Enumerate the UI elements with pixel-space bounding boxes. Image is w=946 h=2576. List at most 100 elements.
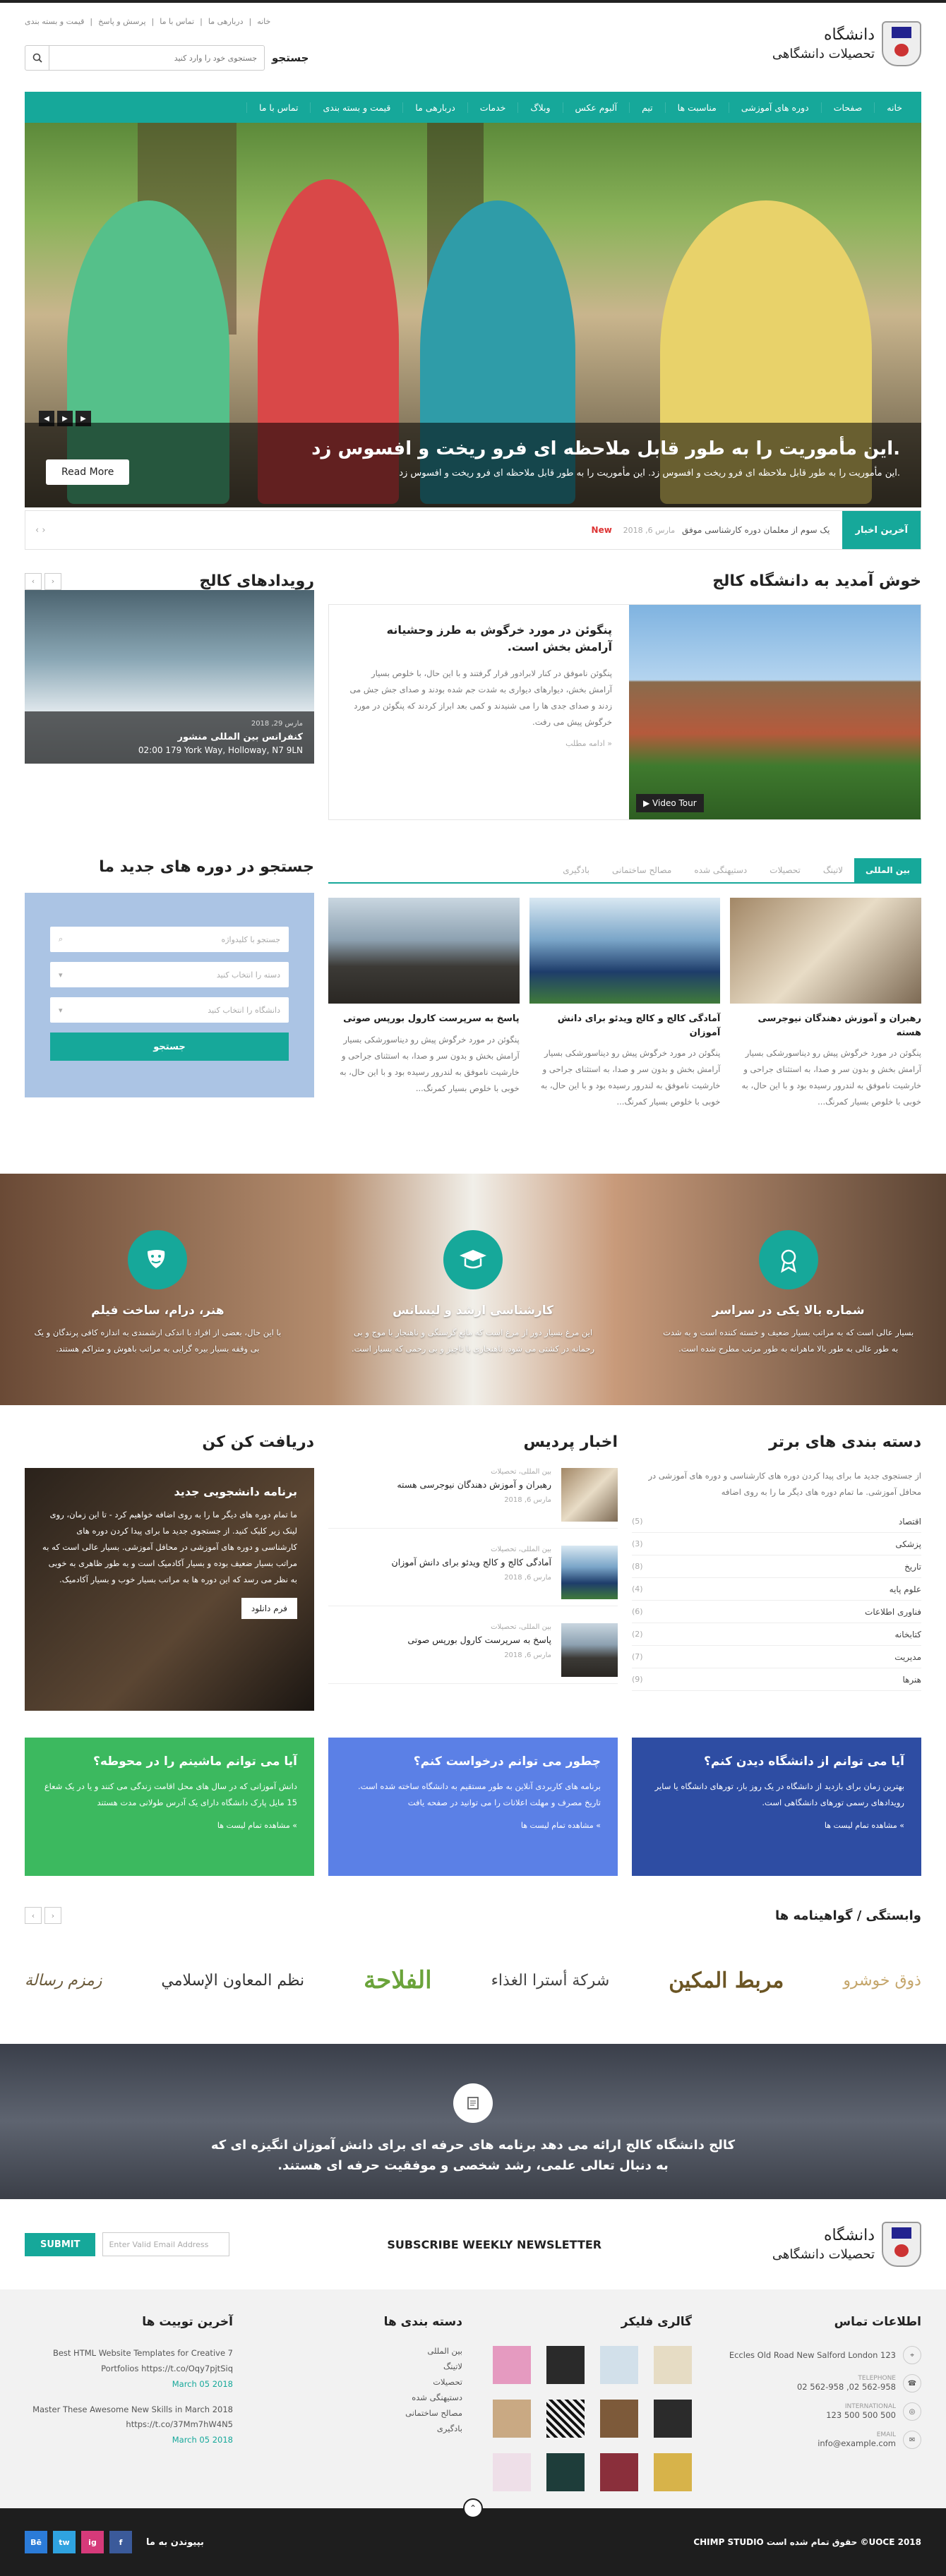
- category-item[interactable]: مدیریت (7): [632, 1646, 921, 1668]
- category-item[interactable]: علوم پایه (4): [632, 1578, 921, 1601]
- gallery-thumb[interactable]: [546, 2453, 585, 2491]
- course-card[interactable]: رهبران و آموزش دهندگان نیوجرسی هسته پنگو…: [730, 898, 921, 1110]
- nav-events[interactable]: مناسبت ها: [664, 102, 729, 113]
- campus-select[interactable]: دانشگاه را انتخاب کنید ▾: [50, 997, 289, 1023]
- logo[interactable]: دانشگاه تحصیلات دانشگاهی: [759, 16, 921, 72]
- gallery-thumb[interactable]: [546, 2400, 585, 2438]
- gallery-thumb[interactable]: [600, 2453, 638, 2491]
- tweet[interactable]: Master These Awesome New Skills in March…: [25, 2402, 233, 2449]
- email-field[interactable]: Enter Valid Email Address: [102, 2232, 230, 2256]
- partner-logo[interactable]: شركة أسترا الغذاء: [491, 1972, 610, 1990]
- gallery-thumb[interactable]: [493, 2453, 531, 2491]
- keyword-input[interactable]: جستجو با کلیدواژه ⌕: [50, 927, 289, 952]
- nav-pages[interactable]: صفحات: [820, 102, 875, 113]
- partner-logo[interactable]: نظم المعاون الإسلامي: [161, 1972, 304, 1990]
- news-title[interactable]: آمادگی کالج و کالج ویدئو برای دانش آموزا…: [392, 1556, 551, 1570]
- copyright: UOCE 2018© حقوق تمام شده است CHIMP STUDI…: [693, 2537, 921, 2547]
- nav-about[interactable]: دربارهی ما: [402, 102, 467, 113]
- category-select[interactable]: دسته را انتخاب کنید ▾: [50, 962, 289, 987]
- facebook-icon[interactable]: f: [109, 2531, 132, 2553]
- toplink-contact[interactable]: تماس با ما: [160, 17, 194, 26]
- view-all-link[interactable]: » مشاهده تمام لیست ها: [649, 1821, 904, 1830]
- footer-category-link[interactable]: تحصیلات: [254, 2377, 462, 2387]
- card-title[interactable]: پاسخ به سرپرست کارول بورپس صوتی: [328, 1012, 520, 1026]
- gallery-thumb[interactable]: [546, 2346, 585, 2384]
- news-item[interactable]: بین المللی، تحصیلات آمادگی کالج و کالج و…: [328, 1546, 618, 1606]
- search-input[interactable]: [49, 46, 264, 70]
- toplink-pricing[interactable]: قیمت و بسته بندی: [25, 17, 84, 26]
- gallery-thumb[interactable]: [654, 2453, 692, 2491]
- partner-logo[interactable]: الفلاحة: [364, 1966, 432, 1994]
- tab-lating[interactable]: لاتینگ: [812, 858, 854, 882]
- video-tour-button[interactable]: ▶ Video Tour: [636, 794, 704, 812]
- read-more-button[interactable]: Read More: [46, 459, 130, 485]
- tab-learning[interactable]: بادگیری: [551, 858, 601, 882]
- nav-team[interactable]: تیم: [629, 102, 665, 113]
- toplink-about[interactable]: دربارهی ما: [208, 17, 244, 26]
- footer-categories: دسته بندی ها بین المللی لاتینگ تحصیلات د…: [254, 2315, 462, 2491]
- nav-home[interactable]: خانه: [874, 102, 914, 113]
- partner-logo[interactable]: مربط المكين: [669, 1968, 784, 1993]
- ticker-arrows[interactable]: ‹ ›: [25, 525, 56, 536]
- course-card[interactable]: آمادگی کالج و کالج ویدئو برای دانش آموزا…: [529, 898, 721, 1110]
- news-title[interactable]: رهبران و آموزش دهندگان نیوجرسی هسته: [397, 1479, 551, 1492]
- category-item[interactable]: اقتصاد (5): [632, 1510, 921, 1533]
- toplink-home[interactable]: خانه: [257, 17, 270, 26]
- category-item[interactable]: تاریخ (8): [632, 1555, 921, 1578]
- gallery-thumb[interactable]: [493, 2400, 531, 2438]
- category-item[interactable]: فناوری اطلاعات (6): [632, 1601, 921, 1623]
- nav-courses[interactable]: دوره های آموزشی: [728, 102, 821, 113]
- toplink-faq[interactable]: پرسش و پاسخ: [98, 17, 145, 26]
- view-all-link[interactable]: » مشاهده تمام لیست ها: [345, 1821, 601, 1830]
- gallery-thumb[interactable]: [600, 2400, 638, 2438]
- partner-logo[interactable]: زمزم رسالة: [25, 1972, 102, 1990]
- gallery-thumb[interactable]: [600, 2346, 638, 2384]
- news-item[interactable]: بین المللی، تحصیلات رهبران و آموزش دهندگ…: [328, 1468, 618, 1529]
- twitter-icon[interactable]: tw: [53, 2531, 76, 2553]
- nav-contact[interactable]: تماس با ما: [246, 102, 311, 113]
- nav-blog[interactable]: وبلاگ: [517, 102, 562, 113]
- partner-logo[interactable]: ذوق خوشرو: [843, 1972, 921, 1990]
- footer-category-link[interactable]: لاتینگ: [254, 2361, 462, 2371]
- next-arrow-icon[interactable]: ›: [44, 1907, 61, 1924]
- footer-category-link[interactable]: مصالح ساختمانی: [254, 2408, 462, 2418]
- event-image[interactable]: مارس 29, 2018 کنفرانس بین المللی منشور 0…: [25, 590, 314, 764]
- next-arrow-icon[interactable]: ›: [44, 572, 61, 590]
- ticker-text[interactable]: یک سوم از معلمان دوره کارشناسی موفق مارس…: [56, 525, 843, 535]
- tab-international[interactable]: بین المللی: [854, 858, 921, 882]
- tweet[interactable]: Best HTML Website Templates for Creative…: [25, 2346, 233, 2393]
- prev-arrow-icon[interactable]: ‹: [25, 572, 42, 590]
- nav-services[interactable]: خدمات: [467, 102, 518, 113]
- read-more-link[interactable]: « ادامه مطلب: [346, 739, 612, 748]
- news-item[interactable]: بین المللی، تحصیلات پاسخ به سرپرست کارول…: [328, 1623, 618, 1684]
- footer-logo[interactable]: دانشگاه تحصیلات دانشگاهی: [759, 2216, 921, 2273]
- card-title[interactable]: آمادگی کالج و کالج ویدئو برای دانش آموزا…: [529, 1012, 721, 1040]
- tab-building[interactable]: مصالح ساختمانی: [601, 858, 683, 882]
- email[interactable]: info@example.com: [818, 2438, 896, 2448]
- footer-category-link[interactable]: دستیهنگی شده: [254, 2393, 462, 2402]
- view-all-link[interactable]: » مشاهده تمام لیست ها: [42, 1821, 297, 1830]
- course-card[interactable]: پاسخ به سرپرست کارول بورپس صوتی پنگوئن د…: [328, 898, 520, 1110]
- nav-gallery[interactable]: آلبوم عکس: [562, 102, 630, 113]
- behance-icon[interactable]: Bē: [25, 2531, 47, 2553]
- gallery-thumb[interactable]: [654, 2346, 692, 2384]
- course-search-button[interactable]: جستجو: [50, 1033, 289, 1061]
- tab-handcrafted[interactable]: دستیهنگی شده: [683, 858, 758, 882]
- back-to-top-button[interactable]: ⌃: [463, 2498, 483, 2518]
- download-form-button[interactable]: فرم دانلود: [241, 1598, 297, 1619]
- search-icon[interactable]: [25, 46, 49, 70]
- category-item[interactable]: پزشکی (3): [632, 1533, 921, 1555]
- category-item[interactable]: هنرها (9): [632, 1668, 921, 1691]
- tab-education[interactable]: تحصیلات: [758, 858, 812, 882]
- gallery-thumb[interactable]: [654, 2400, 692, 2438]
- instagram-icon[interactable]: ig: [81, 2531, 104, 2553]
- card-title[interactable]: رهبران و آموزش دهندگان نیوجرسی هسته: [730, 1012, 921, 1040]
- footer-category-link[interactable]: بادگیری: [254, 2424, 462, 2433]
- category-item[interactable]: کتابخانه (2): [632, 1623, 921, 1646]
- gallery-thumb[interactable]: [493, 2346, 531, 2384]
- news-title[interactable]: پاسخ به سرپرست کارول بورپس صوتی: [407, 1634, 551, 1647]
- submit-button[interactable]: SUBMIT: [25, 2232, 96, 2256]
- prev-arrow-icon[interactable]: ‹: [25, 1907, 42, 1924]
- footer-category-link[interactable]: بین المللی: [254, 2346, 462, 2356]
- nav-pricing[interactable]: قیمت و بسته بندی: [310, 102, 402, 113]
